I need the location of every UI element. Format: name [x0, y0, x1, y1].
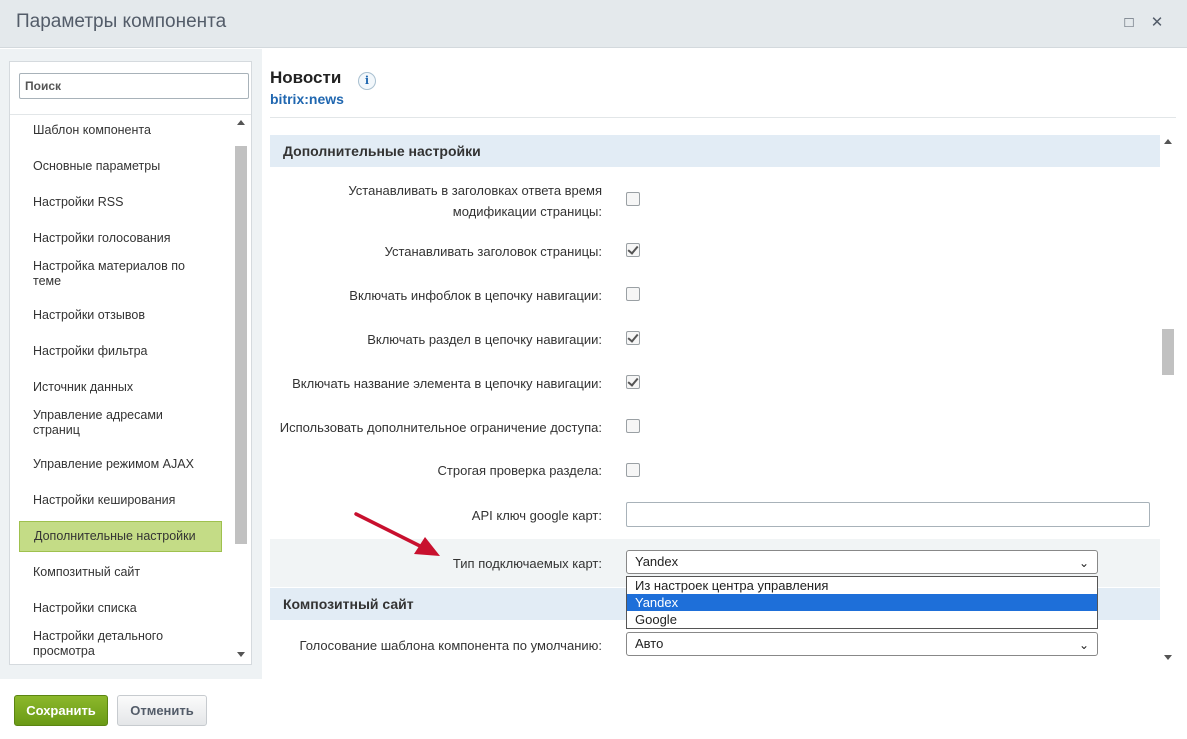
dropdown-option[interactable]: Из настроек центра управления — [627, 577, 1097, 594]
map-type-dropdown[interactable]: Из настроек центра управления Yandex Goo… — [626, 576, 1098, 629]
sidebar-item-label: Настройка материалов по теме — [33, 259, 185, 288]
param-label: Включать инфоблок в цепочку навигации: — [349, 288, 602, 303]
sidebar-scrollbar[interactable] — [234, 114, 249, 662]
scrollbar-thumb[interactable] — [1162, 329, 1174, 375]
checkbox-last-modified[interactable] — [626, 192, 640, 206]
sidebar-item-label: Основные параметры — [33, 158, 161, 173]
component-title: Новости — [270, 68, 342, 87]
param-label: Тип подключаемых карт: — [452, 556, 602, 571]
sidebar-item-label: Настройки голосования — [33, 230, 171, 245]
vote-select[interactable]: Авто ⌄ — [626, 632, 1098, 656]
sidebar-item-main-params[interactable]: Основные параметры — [19, 152, 222, 180]
info-icon[interactable]: i — [358, 72, 376, 90]
param-label: Устанавливать заголовок страницы: — [384, 244, 602, 259]
component-code: bitrix:news — [270, 91, 344, 107]
map-type-select[interactable]: Yandex ⌄ — [626, 550, 1098, 574]
footer: Сохранить Отменить — [0, 679, 1187, 739]
param-label: Голосование шаблона компонента по умолча… — [299, 638, 602, 653]
sidebar-item-label: Шаблон компонента — [33, 122, 151, 137]
select-value: Yandex — [635, 554, 679, 569]
sidebar-item-urls[interactable]: Управление адресами страниц — [19, 403, 222, 443]
sidebar-item-detail[interactable]: Настройки детального просмотра — [19, 624, 222, 664]
sidebar-item-label: Управление адресами страниц — [33, 408, 163, 437]
sidebar-item-ajax[interactable]: Управление режимом AJAX — [19, 450, 222, 478]
checkbox-strict-section[interactable] — [626, 463, 640, 477]
sidebar-item-list[interactable]: Настройки списка — [19, 594, 222, 622]
param-label: API ключ google карт: — [471, 508, 602, 523]
main-panel: Новости i bitrix:news Дополнительные нас… — [262, 49, 1187, 679]
sidebar-item-composite[interactable]: Композитный сайт — [19, 558, 222, 586]
scroll-up-icon[interactable] — [1164, 139, 1172, 144]
save-button[interactable]: Сохранить — [14, 695, 108, 726]
chevron-down-icon: ⌄ — [1078, 638, 1089, 652]
api-key-input[interactable] — [626, 502, 1150, 527]
dropdown-option[interactable]: Google — [627, 611, 1097, 628]
scrollbar-thumb[interactable] — [235, 146, 247, 544]
checkbox-element-chain[interactable] — [626, 375, 640, 389]
sidebar-item-additional[interactable]: Дополнительные настройки — [19, 521, 222, 552]
maximize-icon[interactable]: □ — [1120, 14, 1138, 32]
sidebar-item-voting[interactable]: Настройки голосования — [19, 224, 222, 252]
sidebar-item-label: Дополнительные настройки — [34, 529, 196, 543]
scroll-up-icon[interactable] — [237, 120, 245, 125]
sidebar-item-label: Настройки кеширования — [33, 492, 176, 507]
section-header-additional: Дополнительные настройки — [270, 135, 1160, 167]
param-label: Включать раздел в цепочку навигации: — [367, 332, 602, 347]
window-title: Параметры компонента — [16, 11, 227, 32]
sidebar-item-label: Источник данных — [33, 379, 134, 394]
divider — [270, 117, 1176, 118]
sidebar-item-cache[interactable]: Настройки кеширования — [19, 486, 222, 514]
sidebar-item-data-source[interactable]: Источник данных — [19, 373, 222, 401]
param-label: Устанавливать в заголовках ответа время … — [348, 183, 602, 219]
main-scrollbar[interactable] — [1160, 135, 1176, 665]
sidebar-item-related[interactable]: Настройка материалов по теме — [19, 254, 222, 294]
close-icon[interactable]: ✕ — [1148, 14, 1166, 32]
sidebar-item-filter[interactable]: Настройки фильтра — [19, 337, 222, 365]
sidebar-item-template[interactable]: Шаблон компонента — [19, 116, 222, 144]
param-label: Использовать дополнительное ограничение … — [279, 420, 602, 435]
chevron-down-icon: ⌄ — [1078, 556, 1089, 570]
param-label: Включать название элемента в цепочку нав… — [292, 376, 602, 391]
checkbox-section-chain[interactable] — [626, 331, 640, 345]
window-titlebar: Параметры компонента □ ✕ — [0, 0, 1187, 48]
sidebar: Шаблон компонента Основные параметры Нас… — [9, 61, 252, 665]
scroll-down-icon[interactable] — [237, 652, 245, 657]
checkbox-access-restriction[interactable] — [626, 419, 640, 433]
sidebar-item-label: Настройки детального просмотра — [33, 629, 164, 658]
checkbox-set-title[interactable] — [626, 243, 640, 257]
checkbox-iblock-chain[interactable] — [626, 287, 640, 301]
sidebar-item-label: Управление режимом AJAX — [33, 456, 194, 471]
sidebar-item-label: Настройки фильтра — [33, 343, 148, 358]
dropdown-option[interactable]: Yandex — [627, 594, 1097, 611]
sidebar-item-reviews[interactable]: Настройки отзывов — [19, 301, 222, 329]
select-value: Авто — [635, 636, 664, 651]
divider — [10, 114, 251, 115]
search-input[interactable] — [19, 73, 249, 99]
param-label: Строгая проверка раздела: — [437, 463, 602, 478]
sidebar-item-label: Настройки отзывов — [33, 307, 145, 322]
cancel-button[interactable]: Отменить — [117, 695, 207, 726]
sidebar-item-label: Настройки списка — [33, 600, 137, 615]
sidebar-item-rss[interactable]: Настройки RSS — [19, 188, 222, 216]
sidebar-item-label: Композитный сайт — [33, 564, 141, 579]
sidebar-item-label: Настройки RSS — [33, 194, 124, 209]
scroll-down-icon[interactable] — [1164, 655, 1172, 660]
